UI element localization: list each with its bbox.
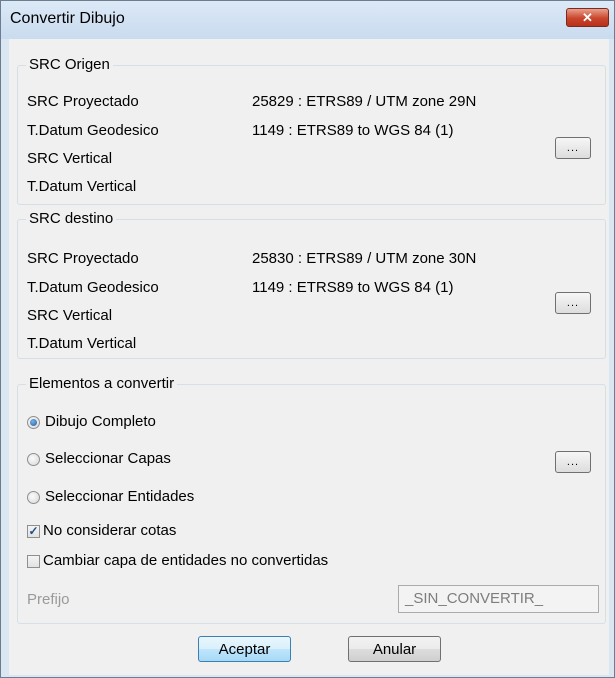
cancel-button[interactable]: Anular [348,636,441,662]
close-icon: ✕ [582,9,593,25]
radio-label[interactable]: Dibujo Completo [45,413,156,431]
origen-datum-geodesico-value: 1149 : ETRS89 to WGS 84 (1) [252,122,454,139]
group-elementos: Elementos a convertir Dibujo Completo Se… [17,375,606,624]
dialog-window: Convertir Dibujo ✕ SRC Origen SRC Proyec… [0,0,615,678]
destino-datum-vertical-label: T.Datum Vertical [27,335,137,352]
radio-button-checked[interactable] [27,416,40,429]
origen-datum-vertical-label: T.Datum Vertical [27,178,137,195]
destino-datum-geodesico-value: 1149 : ETRS89 to WGS 84 (1) [252,279,454,296]
checkbox-box[interactable] [27,555,40,568]
prefijo-input[interactable]: _SIN_CONVERTIR_ [398,585,599,613]
prefijo-label: Prefijo [27,591,70,608]
title-bar[interactable]: Convertir Dibujo ✕ [1,1,614,39]
destino-src-vertical-label: SRC Vertical [27,307,113,324]
accept-button[interactable]: Aceptar [198,636,291,662]
capas-browse-button[interactable]: ... [555,451,591,473]
radio-dot-icon [30,419,37,426]
checkmark-icon: ✓ [28,524,39,538]
group-legend-elementos: Elementos a convertir [26,375,178,393]
radio-button[interactable] [27,453,40,466]
dialog-title: Convertir Dibujo [10,10,125,27]
origen-src-proyectado-label: SRC Proyectado [27,93,139,110]
radio-label[interactable]: Seleccionar Entidades [45,488,194,506]
group-src-origen: SRC Origen SRC Proyectado 25829 : ETRS89… [17,56,606,205]
close-button[interactable]: ✕ [566,8,609,27]
origen-browse-button[interactable]: ... [555,137,591,159]
destino-datum-geodesico-label: T.Datum Geodesico [27,279,159,296]
radio-label[interactable]: Seleccionar Capas [45,450,171,468]
origen-src-proyectado-value: 25829 : ETRS89 / UTM zone 29N [252,93,477,110]
radio-button[interactable] [27,491,40,504]
destino-src-proyectado-label: SRC Proyectado [27,250,139,267]
checkbox-label[interactable]: No considerar cotas [43,522,176,540]
group-legend-origen: SRC Origen [26,56,113,74]
destino-browse-button[interactable]: ... [555,292,591,314]
group-src-destino: SRC destino SRC Proyectado 25830 : ETRS8… [17,210,606,359]
checkbox-label[interactable]: Cambiar capa de entidades no convertidas [43,552,328,570]
checkbox-box[interactable]: ✓ [27,525,40,538]
destino-src-proyectado-value: 25830 : ETRS89 / UTM zone 30N [252,250,477,267]
origen-datum-geodesico-label: T.Datum Geodesico [27,122,159,139]
group-legend-destino: SRC destino [26,210,117,228]
dialog-client: SRC Origen SRC Proyectado 25829 : ETRS89… [9,39,609,675]
origen-src-vertical-label: SRC Vertical [27,150,113,167]
